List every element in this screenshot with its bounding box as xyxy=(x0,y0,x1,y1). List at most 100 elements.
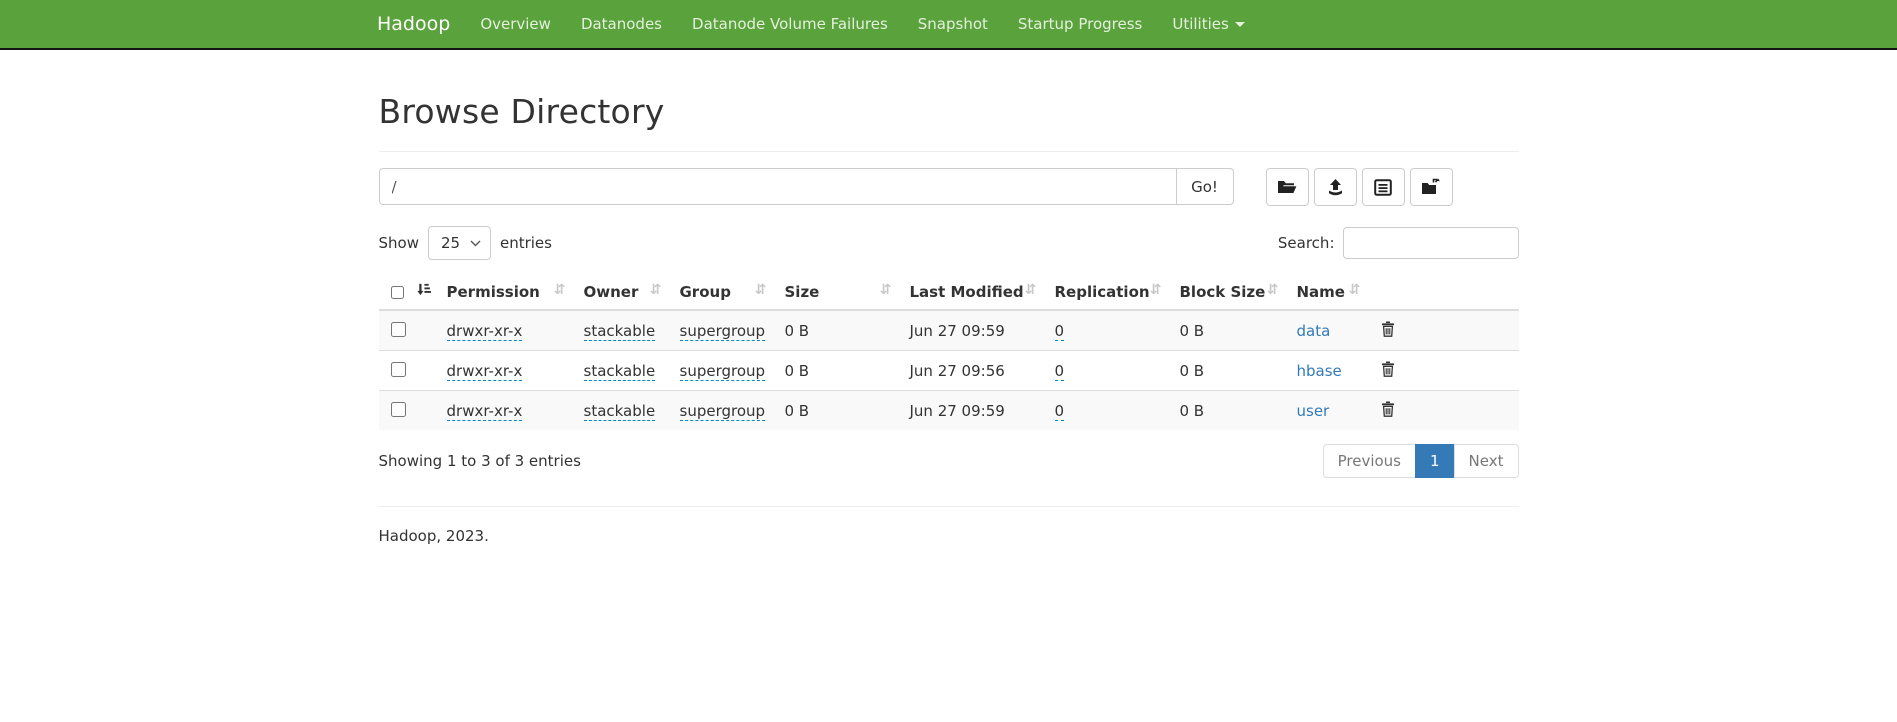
navbar: Hadoop Overview Datanodes Datanode Volum… xyxy=(0,0,1897,50)
sort-both-icon: ⇵ xyxy=(554,283,566,297)
header-block-size-label: Block Size xyxy=(1180,283,1266,301)
sort-both-icon: ⇵ xyxy=(755,283,767,297)
sort-by-attributes-icon xyxy=(416,282,431,301)
header-actions xyxy=(1371,274,1519,310)
open-folder-icon xyxy=(1277,179,1297,196)
nav-item-snapshot[interactable]: Snapshot xyxy=(903,0,1003,48)
trash-icon xyxy=(1381,325,1395,340)
move-folder-icon xyxy=(1421,178,1441,196)
nav-item-datanode-volume-failures[interactable]: Datanode Volume Failures xyxy=(677,0,903,48)
header-select-all[interactable] xyxy=(379,274,439,310)
show-label: Show xyxy=(379,234,419,252)
permission-value[interactable]: drwxr-xr-x xyxy=(447,402,523,421)
header-group[interactable]: Group⇵ xyxy=(672,274,777,310)
group-value[interactable]: supergroup xyxy=(680,362,766,381)
sort-both-icon: ⇵ xyxy=(650,283,662,297)
header-last-modified-label: Last Modified xyxy=(910,283,1024,301)
sort-both-icon: ⇵ xyxy=(880,283,892,297)
header-size[interactable]: Size ⇵ xyxy=(777,274,902,310)
row-checkbox[interactable] xyxy=(391,322,406,337)
nav-links: Overview Datanodes Datanode Volume Failu… xyxy=(465,0,1260,48)
go-button[interactable]: Go! xyxy=(1176,168,1234,205)
last-modified-value: Jun 27 09:59 xyxy=(910,402,1005,420)
permission-value[interactable]: drwxr-xr-x xyxy=(447,362,523,381)
delete-button[interactable] xyxy=(1379,319,1397,342)
size-value: 0 B xyxy=(785,402,810,420)
brand-hadoop[interactable]: Hadoop xyxy=(371,13,465,35)
delete-button[interactable] xyxy=(1379,359,1397,382)
pagination-page-1[interactable]: 1 xyxy=(1415,444,1455,478)
replication-value[interactable]: 0 xyxy=(1055,322,1065,341)
header-size-label: Size xyxy=(785,283,820,301)
directory-link[interactable]: data xyxy=(1297,322,1331,340)
block-size-value: 0 B xyxy=(1180,402,1205,420)
directory-link[interactable]: hbase xyxy=(1297,362,1342,380)
divider xyxy=(379,151,1519,152)
sort-both-icon: ⇵ xyxy=(1349,283,1361,297)
group-value[interactable]: supergroup xyxy=(680,402,766,421)
cut-paste-button[interactable] xyxy=(1410,168,1453,206)
list-icon xyxy=(1374,179,1392,196)
directory-link[interactable]: user xyxy=(1297,402,1330,420)
size-value: 0 B xyxy=(785,322,810,340)
create-directory-button[interactable] xyxy=(1266,168,1309,206)
table-row: drwxr-xr-x stackable supergroup 0 B Jun … xyxy=(379,351,1519,391)
header-last-modified[interactable]: Last Modified⇵ xyxy=(902,274,1047,310)
size-value: 0 B xyxy=(785,362,810,380)
header-owner-label: Owner xyxy=(584,283,639,301)
nav-item-datanodes[interactable]: Datanodes xyxy=(566,0,677,48)
pagination-next[interactable]: Next xyxy=(1454,444,1519,478)
table-header-row: Permission ⇵ Owner ⇵ Group⇵ Size ⇵ Last Mod… xyxy=(379,274,1519,310)
header-replication-label: Replication xyxy=(1055,283,1150,301)
page-title: Browse Directory xyxy=(379,92,1519,131)
sort-both-icon: ⇵ xyxy=(1267,283,1279,297)
last-modified-value: Jun 27 09:59 xyxy=(910,322,1005,340)
select-all-checkbox[interactable] xyxy=(391,285,404,300)
header-permission-label: Permission xyxy=(447,283,540,301)
search-label: Search: xyxy=(1278,234,1335,252)
trash-icon xyxy=(1381,365,1395,380)
owner-value[interactable]: stackable xyxy=(584,362,656,381)
pagination: Previous 1 Next xyxy=(1324,444,1519,478)
path-bar: Go! xyxy=(379,168,1519,206)
nav-item-utilities-label: Utilities xyxy=(1172,15,1228,33)
table-row: drwxr-xr-x stackable supergroup 0 B Jun … xyxy=(379,391,1519,431)
entries-summary: Showing 1 to 3 of 3 entries xyxy=(379,444,581,470)
page-size-value: 25 xyxy=(441,234,460,252)
page-size-select[interactable]: 25 xyxy=(428,226,491,260)
row-checkbox[interactable] xyxy=(391,402,406,417)
block-size-value: 0 B xyxy=(1180,362,1205,380)
sort-both-icon: ⇵ xyxy=(1150,283,1162,297)
trash-icon xyxy=(1381,405,1395,420)
upload-files-button[interactable] xyxy=(1314,168,1357,206)
table-row: drwxr-xr-x stackable supergroup 0 B Jun … xyxy=(379,310,1519,351)
footer-text: Hadoop, 2023. xyxy=(379,527,1519,545)
row-checkbox[interactable] xyxy=(391,362,406,377)
replication-value[interactable]: 0 xyxy=(1055,362,1065,381)
pagination-previous[interactable]: Previous xyxy=(1323,444,1416,478)
nav-item-overview[interactable]: Overview xyxy=(465,0,566,48)
header-block-size[interactable]: Block Size⇵ xyxy=(1172,274,1289,310)
file-info-button[interactable] xyxy=(1362,168,1405,206)
group-value[interactable]: supergroup xyxy=(680,322,766,341)
header-owner[interactable]: Owner ⇵ xyxy=(576,274,672,310)
last-modified-value: Jun 27 09:56 xyxy=(910,362,1005,380)
nav-item-startup-progress[interactable]: Startup Progress xyxy=(1003,0,1157,48)
search-input[interactable] xyxy=(1343,227,1519,259)
path-input[interactable] xyxy=(379,168,1176,205)
header-permission[interactable]: Permission ⇵ xyxy=(439,274,576,310)
entries-label: entries xyxy=(500,234,552,252)
replication-value[interactable]: 0 xyxy=(1055,402,1065,421)
select-chevron-icon xyxy=(470,240,481,247)
header-replication[interactable]: Replication⇵ xyxy=(1047,274,1172,310)
owner-value[interactable]: stackable xyxy=(584,322,656,341)
owner-value[interactable]: stackable xyxy=(584,402,656,421)
nav-item-utilities[interactable]: Utilities xyxy=(1157,0,1259,48)
header-name-label: Name xyxy=(1297,283,1345,301)
delete-button[interactable] xyxy=(1379,399,1397,422)
permission-value[interactable]: drwxr-xr-x xyxy=(447,322,523,341)
sort-both-icon: ⇵ xyxy=(1025,283,1037,297)
directory-table: Permission ⇵ Owner ⇵ Group⇵ Size ⇵ Last Mod… xyxy=(379,274,1519,430)
header-name[interactable]: Name ⇵ xyxy=(1289,274,1371,310)
table-controls: Show 25 entries Search: xyxy=(379,226,1519,260)
